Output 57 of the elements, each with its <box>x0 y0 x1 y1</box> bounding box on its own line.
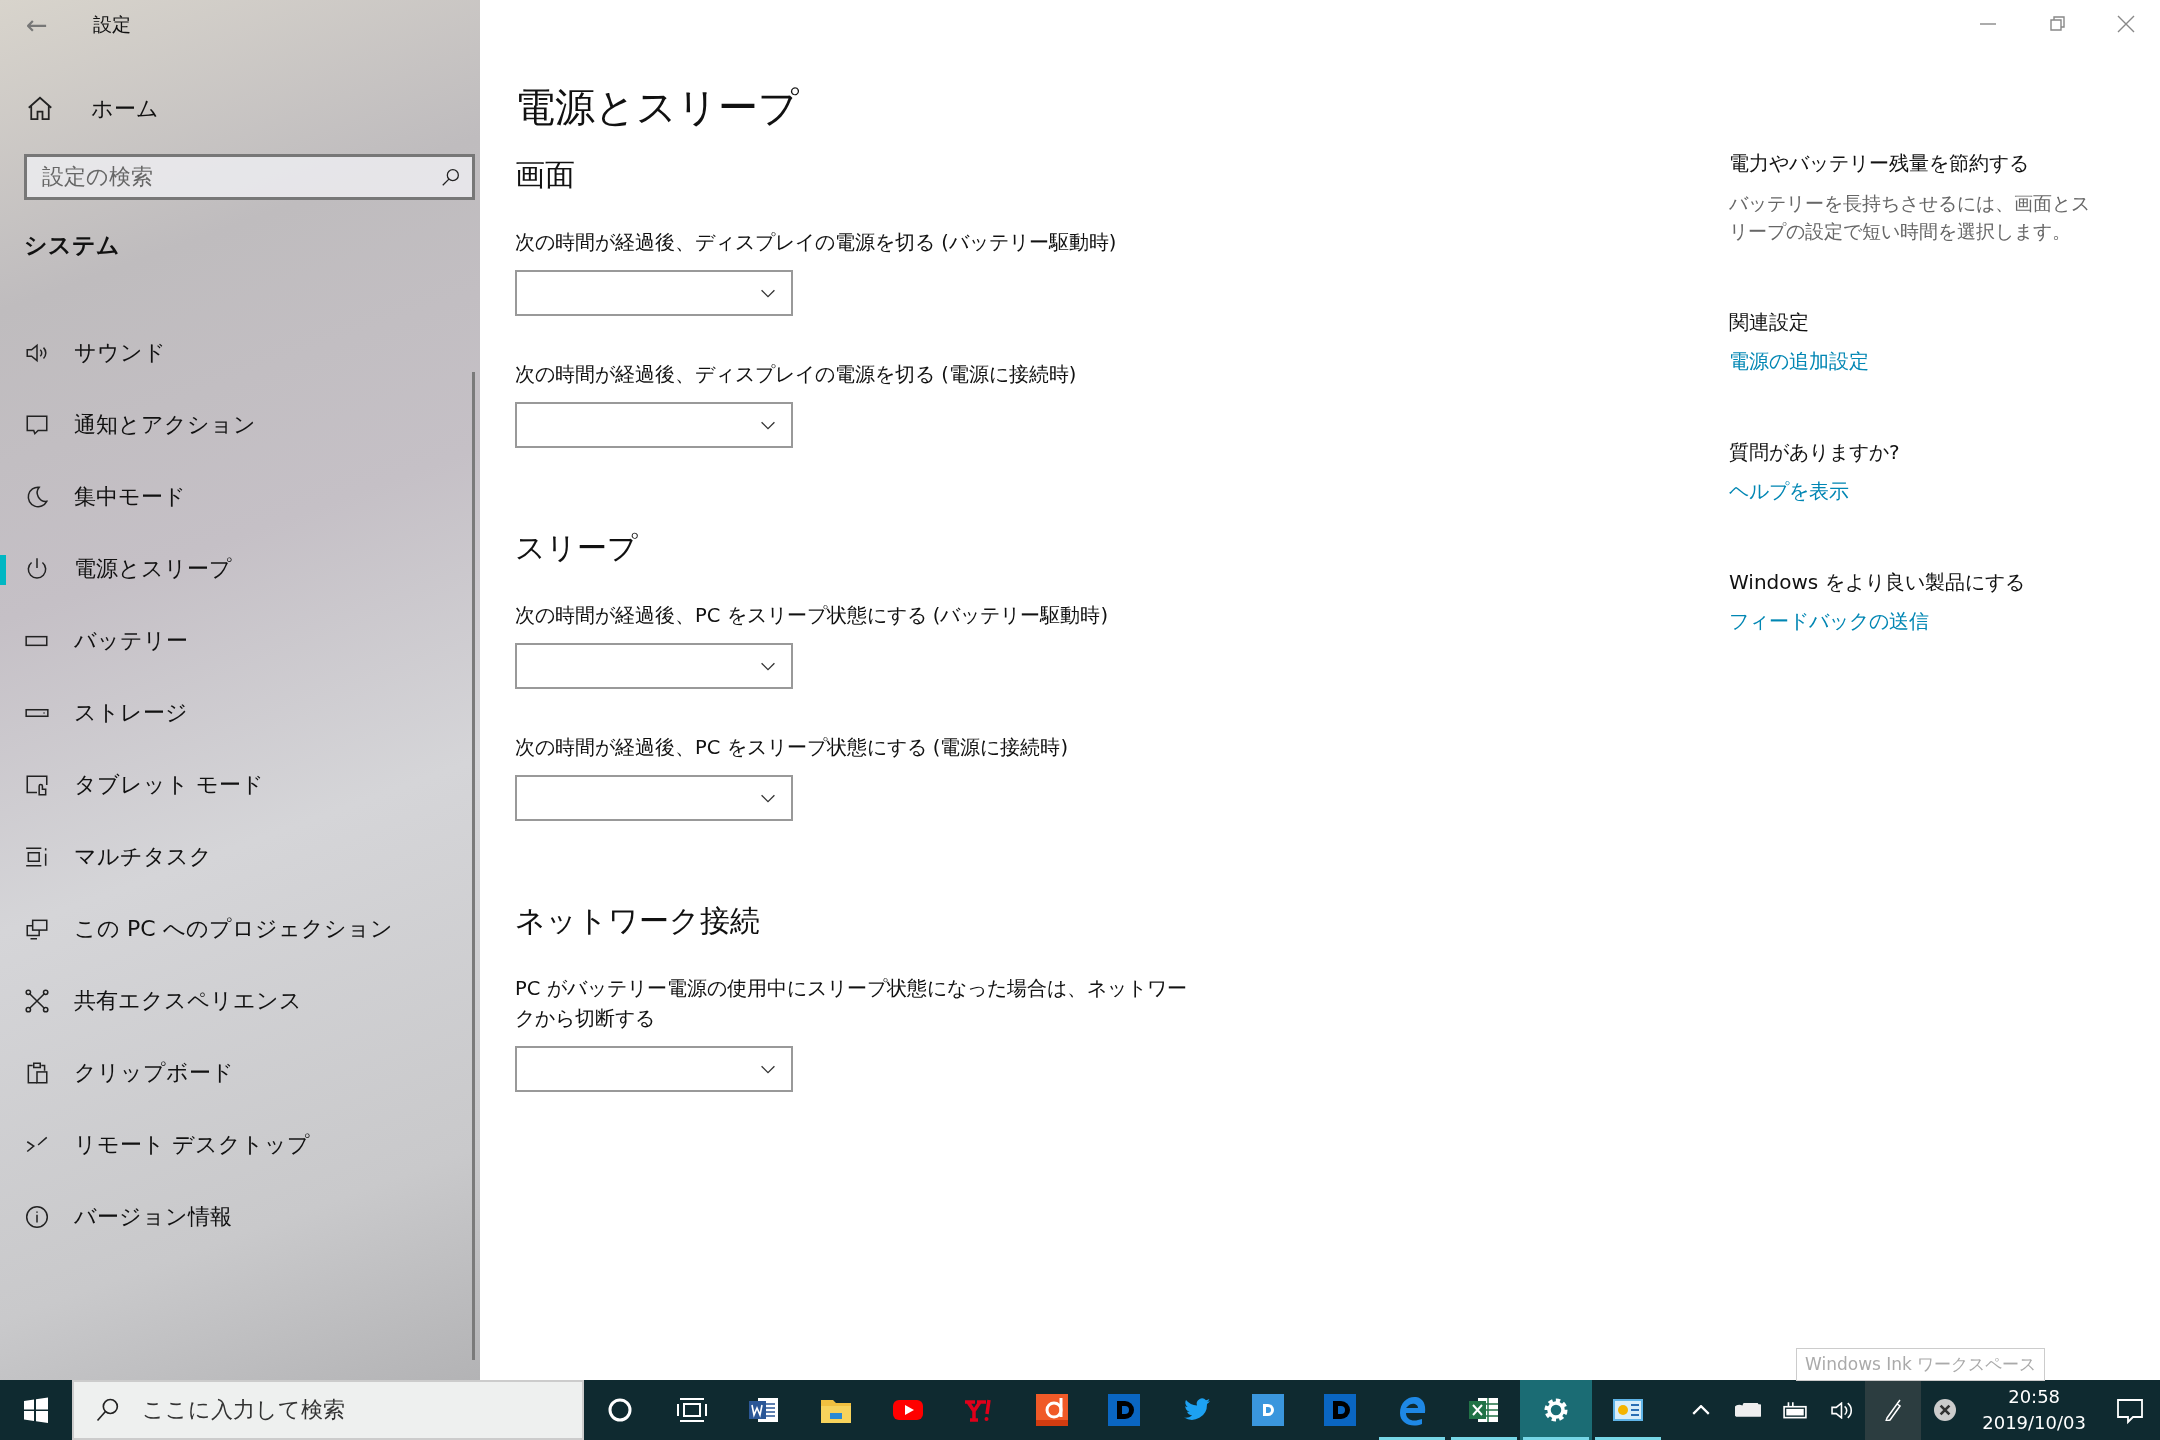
section-heading: 画面 <box>515 156 576 194</box>
tooltip: Windows Ink ワークスペース <box>1796 1348 2046 1381</box>
panel-heading: 質問がありますか? <box>1729 439 1901 466</box>
clock-time: 20:58 <box>2008 1385 2061 1409</box>
link[interactable]: ヘルプを表示 <box>1729 479 1849 503</box>
search-icon <box>440 166 462 188</box>
tray-button[interactable] <box>1865 1380 1922 1440</box>
nav-item[interactable]: バッテリー <box>0 605 480 677</box>
section-heading: ネットワーク接続 <box>515 902 761 940</box>
panel-heading: Windows をより良い製品にする <box>1729 569 2026 596</box>
panel-heading: 関連設定 <box>1729 309 1810 336</box>
cloud-icon <box>1734 1402 1761 1418</box>
nav-item[interactable]: 集中モード <box>0 461 480 533</box>
section-heading: システム <box>24 231 121 260</box>
setting-label: 次の時間が経過後、PC をスリープ状態にする (電源に接続時) <box>515 735 1069 761</box>
selection-indicator <box>0 555 6 585</box>
nav-item[interactable]: サウンド <box>0 317 480 389</box>
nav-item[interactable]: この PC へのプロジェクション <box>0 893 480 965</box>
page-title: 電源とスリープ <box>515 83 800 132</box>
dropdown[interactable] <box>515 775 793 821</box>
shared-icon <box>24 988 50 1014</box>
clock[interactable]: 20:58 2019/10/03 <box>1968 1380 2100 1440</box>
nav-item[interactable]: タブレット モード <box>0 749 480 821</box>
pen-icon <box>1885 1399 1902 1421</box>
setting-label: 次の時間が経過後、ディスプレイの電源を切る (バッテリー駆動時) <box>515 230 1118 256</box>
nav-item[interactable]: マルチタスク <box>0 821 480 893</box>
scrollbar[interactable] <box>472 372 475 1360</box>
taskbar-search-field[interactable]: ここに入力して検索 <box>72 1380 584 1440</box>
nav-item[interactable]: 共有エクスペリエンス <box>0 965 480 1037</box>
nav-item[interactable]: 通知とアクション <box>0 389 480 461</box>
chevron-up-icon <box>1691 1405 1710 1415</box>
setting-label: 次の時間が経過後、PC をスリープ状態にする (バッテリー駆動時) <box>515 603 1109 629</box>
nav-item[interactable]: バージョン情報 <box>0 1181 480 1253</box>
close-circle-icon <box>1933 1399 1956 1421</box>
dropdown[interactable] <box>515 270 793 316</box>
dropdown[interactable] <box>515 1046 793 1092</box>
nav-item[interactable]: 電源とスリープ <box>0 533 480 605</box>
home-link[interactable]: ホーム <box>25 94 480 124</box>
taskbar-app-button[interactable] <box>1520 1380 1592 1440</box>
search-field[interactable]: 設定の検索 <box>24 154 475 200</box>
panel-heading: 電力やバッテリー残量を節約する <box>1729 150 2030 177</box>
setting-label: 次の時間が経過後、ディスプレイの電源を切る (電源に接続時) <box>515 362 1078 388</box>
info-icon <box>24 1204 50 1230</box>
battery-icon <box>1782 1401 1807 1419</box>
section-heading: スリープ <box>515 529 639 567</box>
setting-label: PC がバッテリー電源の使用中にスリープ状態になった場合は、ネットワークから切断する <box>515 976 1188 1032</box>
nav-item[interactable]: クリップボード <box>0 1037 480 1109</box>
nav-item[interactable]: リモート デスクトップ <box>0 1109 480 1181</box>
dropdown[interactable] <box>515 643 793 689</box>
nav-item[interactable]: ストレージ <box>0 677 480 749</box>
dropdown[interactable] <box>515 402 793 448</box>
clock-date: 2019/10/03 <box>1982 1411 2086 1435</box>
panel-text: バッテリーを長持ちさせるには、画面とスリープの設定で短い時間を選択します。 <box>1729 191 2091 244</box>
link[interactable]: 電源の追加設定 <box>1729 349 1869 373</box>
window-title: 設定 <box>93 12 131 37</box>
link[interactable]: フィードバックの送信 <box>1729 609 1929 633</box>
volume-icon <box>1830 1401 1853 1419</box>
